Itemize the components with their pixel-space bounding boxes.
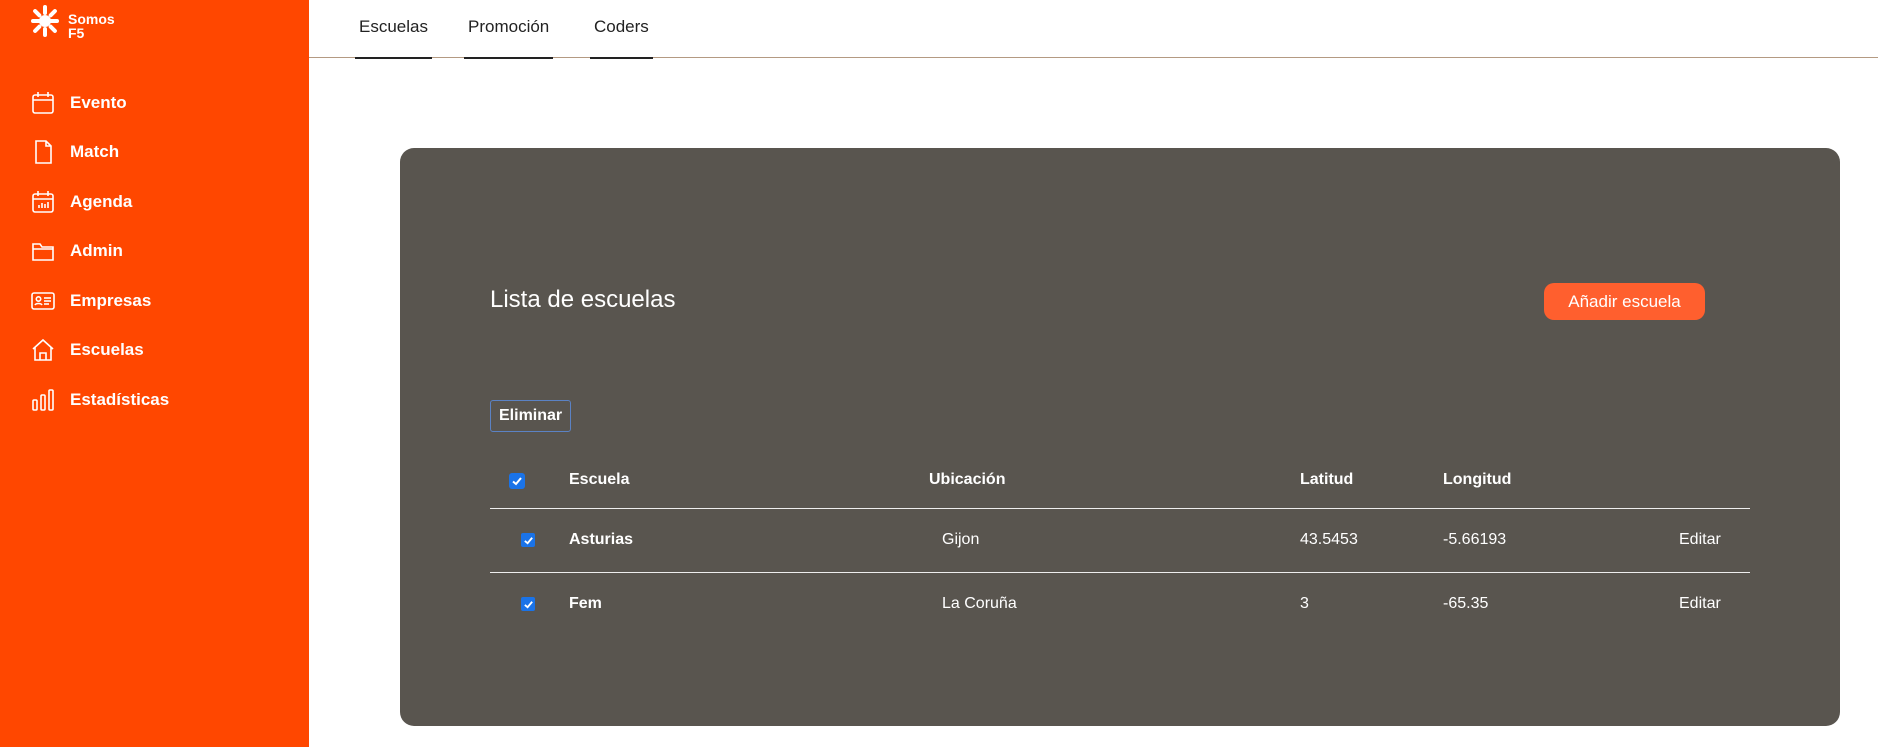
row-divider <box>490 572 1750 573</box>
add-school-button[interactable]: Añadir escuela <box>1544 283 1705 320</box>
folder-icon <box>32 243 54 261</box>
id-card-icon <box>31 292 55 310</box>
check-icon <box>523 536 533 545</box>
column-header-latitude: Latitud <box>1300 471 1354 488</box>
sidebar-item-empresas[interactable]: Empresas <box>30 286 151 316</box>
column-header-longitude: Longitud <box>1443 471 1512 488</box>
column-header-school: Escuela <box>569 471 630 488</box>
bar-chart-icon <box>32 389 54 411</box>
select-all-checkbox[interactable] <box>509 473 525 489</box>
edit-link[interactable]: Editar <box>1679 595 1721 613</box>
schools-panel: Lista de escuelas Añadir escuela Elimina… <box>400 148 1840 726</box>
sidebar-item-admin[interactable]: Admin <box>30 236 123 266</box>
sidebar: Somos F5 Evento Match Agenda Admin Empre… <box>0 0 309 747</box>
cell-latitude: 43.5453 <box>1300 531 1358 548</box>
sidebar-item-label: Empresas <box>70 291 152 310</box>
cell-school: Asturias <box>569 531 634 548</box>
cell-longitude: -65.35 <box>1443 595 1489 612</box>
row-checkbox[interactable] <box>521 597 535 611</box>
sidebar-item-label: Escuelas <box>70 340 144 359</box>
page-title: Lista de escuelas <box>490 286 676 313</box>
check-icon <box>523 600 533 609</box>
sidebar-item-match[interactable]: Match <box>30 137 119 167</box>
delete-button[interactable]: Eliminar <box>490 400 572 432</box>
sidebar-item-label: Evento <box>70 93 127 112</box>
edit-link[interactable]: Editar <box>1679 531 1721 549</box>
sidebar-item-label: Agenda <box>70 192 133 211</box>
sidebar-item-label: Match <box>70 142 120 161</box>
calendar-icon <box>32 92 54 114</box>
tab-escuelas[interactable]: Escuelas <box>355 0 432 59</box>
column-header-location: Ubicación <box>929 471 1006 488</box>
cell-location: Gijon <box>942 531 980 548</box>
sidebar-item-label: Admin <box>70 241 123 260</box>
cell-location: La Coruña <box>942 595 1017 612</box>
brand-logo[interactable]: Somos F5 <box>28 3 115 40</box>
cell-school: Fem <box>569 595 602 612</box>
sidebar-item-estadisticas[interactable]: Estadísticas <box>30 385 169 415</box>
check-icon <box>512 477 522 486</box>
document-icon <box>35 140 52 164</box>
cell-latitude: 3 <box>1300 595 1309 612</box>
sidebar-item-escuelas[interactable]: Escuelas <box>30 335 144 365</box>
brand-name: Somos F5 <box>68 11 115 41</box>
sidebar-item-evento[interactable]: Evento <box>30 88 127 118</box>
sidebar-item-agenda[interactable]: Agenda <box>30 187 132 217</box>
home-icon <box>32 338 54 361</box>
top-navigation: Escuelas Promoción Coders <box>309 0 1878 59</box>
tab-coders[interactable]: Coders <box>590 0 653 59</box>
brand-burst-icon <box>31 5 59 37</box>
header-divider <box>490 508 1750 509</box>
calendar-grid-icon <box>32 191 54 213</box>
cell-longitude: -5.66193 <box>1443 531 1507 548</box>
sidebar-item-label: Estadísticas <box>70 390 170 409</box>
tab-promocion[interactable]: Promoción <box>463 0 554 59</box>
row-checkbox[interactable] <box>521 533 535 547</box>
